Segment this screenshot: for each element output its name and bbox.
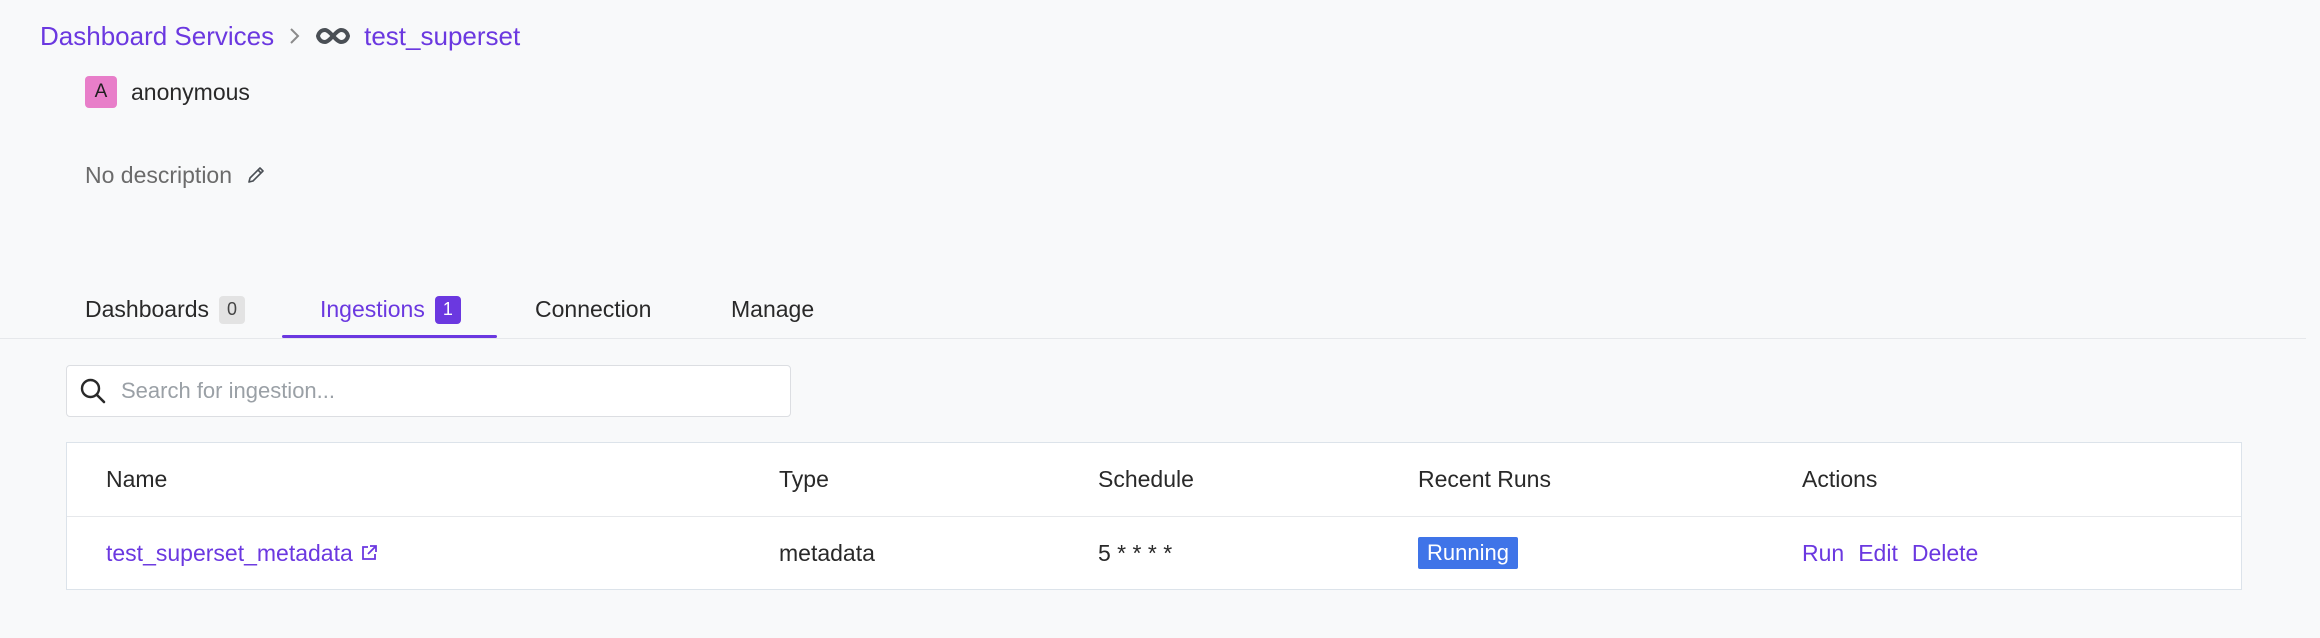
tab-ingestions[interactable]: Ingestions 1	[320, 280, 461, 339]
search-icon	[79, 377, 107, 405]
ingestion-name-cell: test_superset_metadata	[106, 517, 379, 589]
avatar: A	[85, 76, 117, 108]
ingestion-schedule: 5 * * * *	[1098, 539, 1173, 566]
ingestions-table: Name Type Schedule Recent Runs Actions t…	[66, 442, 2242, 590]
status-badge: Running	[1418, 537, 1518, 569]
pencil-icon[interactable]	[246, 165, 266, 185]
tab-connection[interactable]: Connection	[535, 280, 651, 339]
search-box	[66, 365, 791, 417]
description: No description	[85, 158, 266, 192]
ingestion-type: metadata	[779, 539, 875, 566]
owner: A anonymous	[85, 76, 250, 108]
column-header-type: Type	[779, 466, 829, 492]
edit-button[interactable]: Edit	[1858, 540, 1898, 567]
tabs: Dashboards 0 Ingestions 1 Connection Man…	[0, 280, 2306, 339]
tab-count-badge: 0	[219, 295, 246, 324]
owner-name: anonymous	[131, 78, 250, 105]
search-input[interactable]	[121, 378, 741, 404]
external-link-icon[interactable]	[359, 543, 379, 563]
breadcrumb: Dashboard Services test_superset	[40, 18, 520, 54]
tab-dashboards[interactable]: Dashboards 0	[85, 280, 246, 339]
ingestion-name-link[interactable]: test_superset_metadata	[106, 540, 353, 567]
description-text: No description	[85, 161, 233, 188]
tab-label: Ingestions	[320, 296, 425, 322]
column-header-schedule: Schedule	[1098, 466, 1194, 492]
tab-count-badge: 1	[434, 295, 461, 324]
tab-label: Connection	[535, 296, 652, 322]
chevron-right-icon	[288, 26, 302, 46]
delete-button[interactable]: Delete	[1912, 540, 1978, 567]
column-header-recent-runs: Recent Runs	[1418, 466, 1551, 492]
column-header-actions: Actions	[1802, 466, 1878, 492]
table-header-row: Name Type Schedule Recent Runs Actions	[67, 443, 2241, 517]
active-tab-indicator	[282, 335, 497, 338]
run-button[interactable]: Run	[1802, 540, 1844, 567]
actions-cell: Run Edit Delete	[1802, 517, 1978, 589]
recent-run-cell: Running	[1418, 517, 1518, 589]
service-page: Dashboard Services test_superset A anony…	[0, 0, 2320, 638]
tab-label: Manage	[731, 296, 815, 322]
column-header-name: Name	[106, 466, 168, 492]
breadcrumb-current-service[interactable]: test_superset	[364, 21, 520, 52]
breadcrumb-dashboard-services[interactable]: Dashboard Services	[40, 21, 274, 52]
tab-label: Dashboards	[85, 296, 210, 322]
table-row: test_superset_metadata metadata 5 * * * …	[67, 517, 2241, 589]
superset-infinity-icon	[316, 27, 351, 45]
tab-manage[interactable]: Manage	[731, 280, 814, 339]
